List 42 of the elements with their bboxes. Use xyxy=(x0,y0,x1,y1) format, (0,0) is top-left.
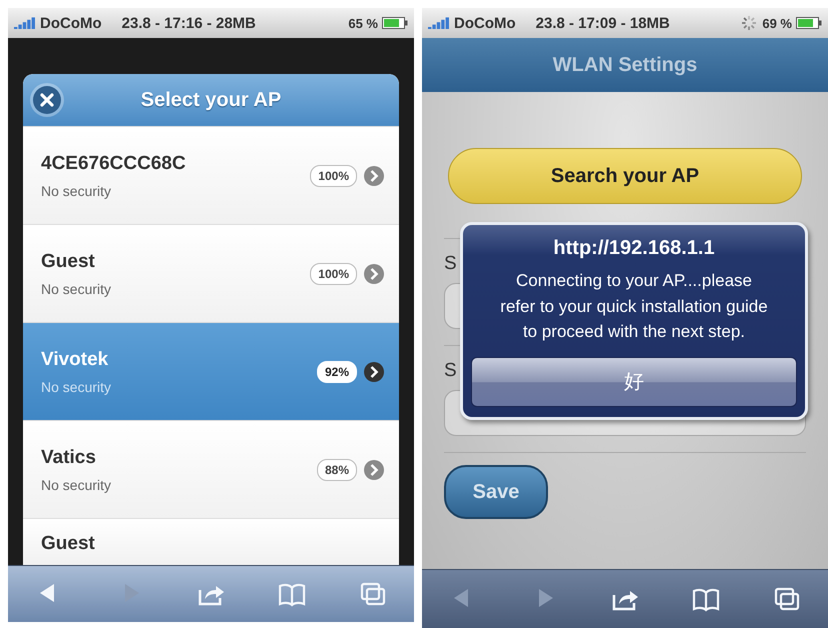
network-name: 4CE676CCC68C xyxy=(41,152,187,174)
save-button[interactable]: Save xyxy=(444,465,548,519)
dialog-title: Select your AP xyxy=(140,88,282,112)
carrier-name: DoCoMo xyxy=(40,14,102,32)
signal-badge: 100% xyxy=(310,164,357,186)
chevron-icon xyxy=(363,262,385,284)
access-point-item[interactable]: 4CE676CCC68C No security 100% xyxy=(23,126,399,224)
page-title: WLAN Settings xyxy=(552,54,698,76)
ssid-label: S xyxy=(444,253,457,275)
signal-badge: 88% xyxy=(316,458,357,480)
battery-percent: 69 % xyxy=(762,16,792,30)
signal-badge: 100% xyxy=(310,262,357,284)
battery-icon xyxy=(796,17,822,29)
security-label: No security xyxy=(41,182,112,198)
network-name: Guest xyxy=(41,533,96,555)
access-point-item[interactable]: Guest No security 100% xyxy=(23,224,399,322)
network-name: Guest xyxy=(41,250,96,272)
status-info: 23.8 - 17:16 - 28MB xyxy=(122,14,257,32)
security-label: No security xyxy=(41,280,112,296)
security-label: No security xyxy=(41,476,112,492)
access-point-item[interactable]: Vivotek No security 92% xyxy=(23,322,399,420)
status-info: 23.8 - 17:09 - 18MB xyxy=(536,14,671,32)
network-name: Vivotek xyxy=(41,348,110,370)
signal-badge: 92% xyxy=(316,360,357,382)
signal-icon xyxy=(14,17,36,29)
security-label: S xyxy=(444,360,457,382)
close-icon xyxy=(40,93,54,107)
access-point-item[interactable]: Vatics No security 88% xyxy=(23,420,399,518)
battery-percent: 65 % xyxy=(348,16,378,30)
security-label: No security xyxy=(41,378,112,394)
alert-message: Connecting to your AP....please refer to your quick installation guide to proceed with the next step. xyxy=(499,270,769,343)
alert-title: http://192.168.1.1 xyxy=(553,237,715,260)
carrier-name: DoCoMo xyxy=(454,14,516,32)
chevron-icon xyxy=(363,458,385,480)
access-point-item[interactable]: Guest xyxy=(23,518,399,565)
search-button[interactable]: Search your AP xyxy=(448,148,802,204)
chevron-icon xyxy=(363,360,385,382)
signal-icon xyxy=(428,17,450,29)
battery-icon xyxy=(382,17,408,29)
chevron-icon xyxy=(363,164,385,186)
network-name: Vatics xyxy=(41,446,97,468)
close-button[interactable] xyxy=(33,86,61,114)
